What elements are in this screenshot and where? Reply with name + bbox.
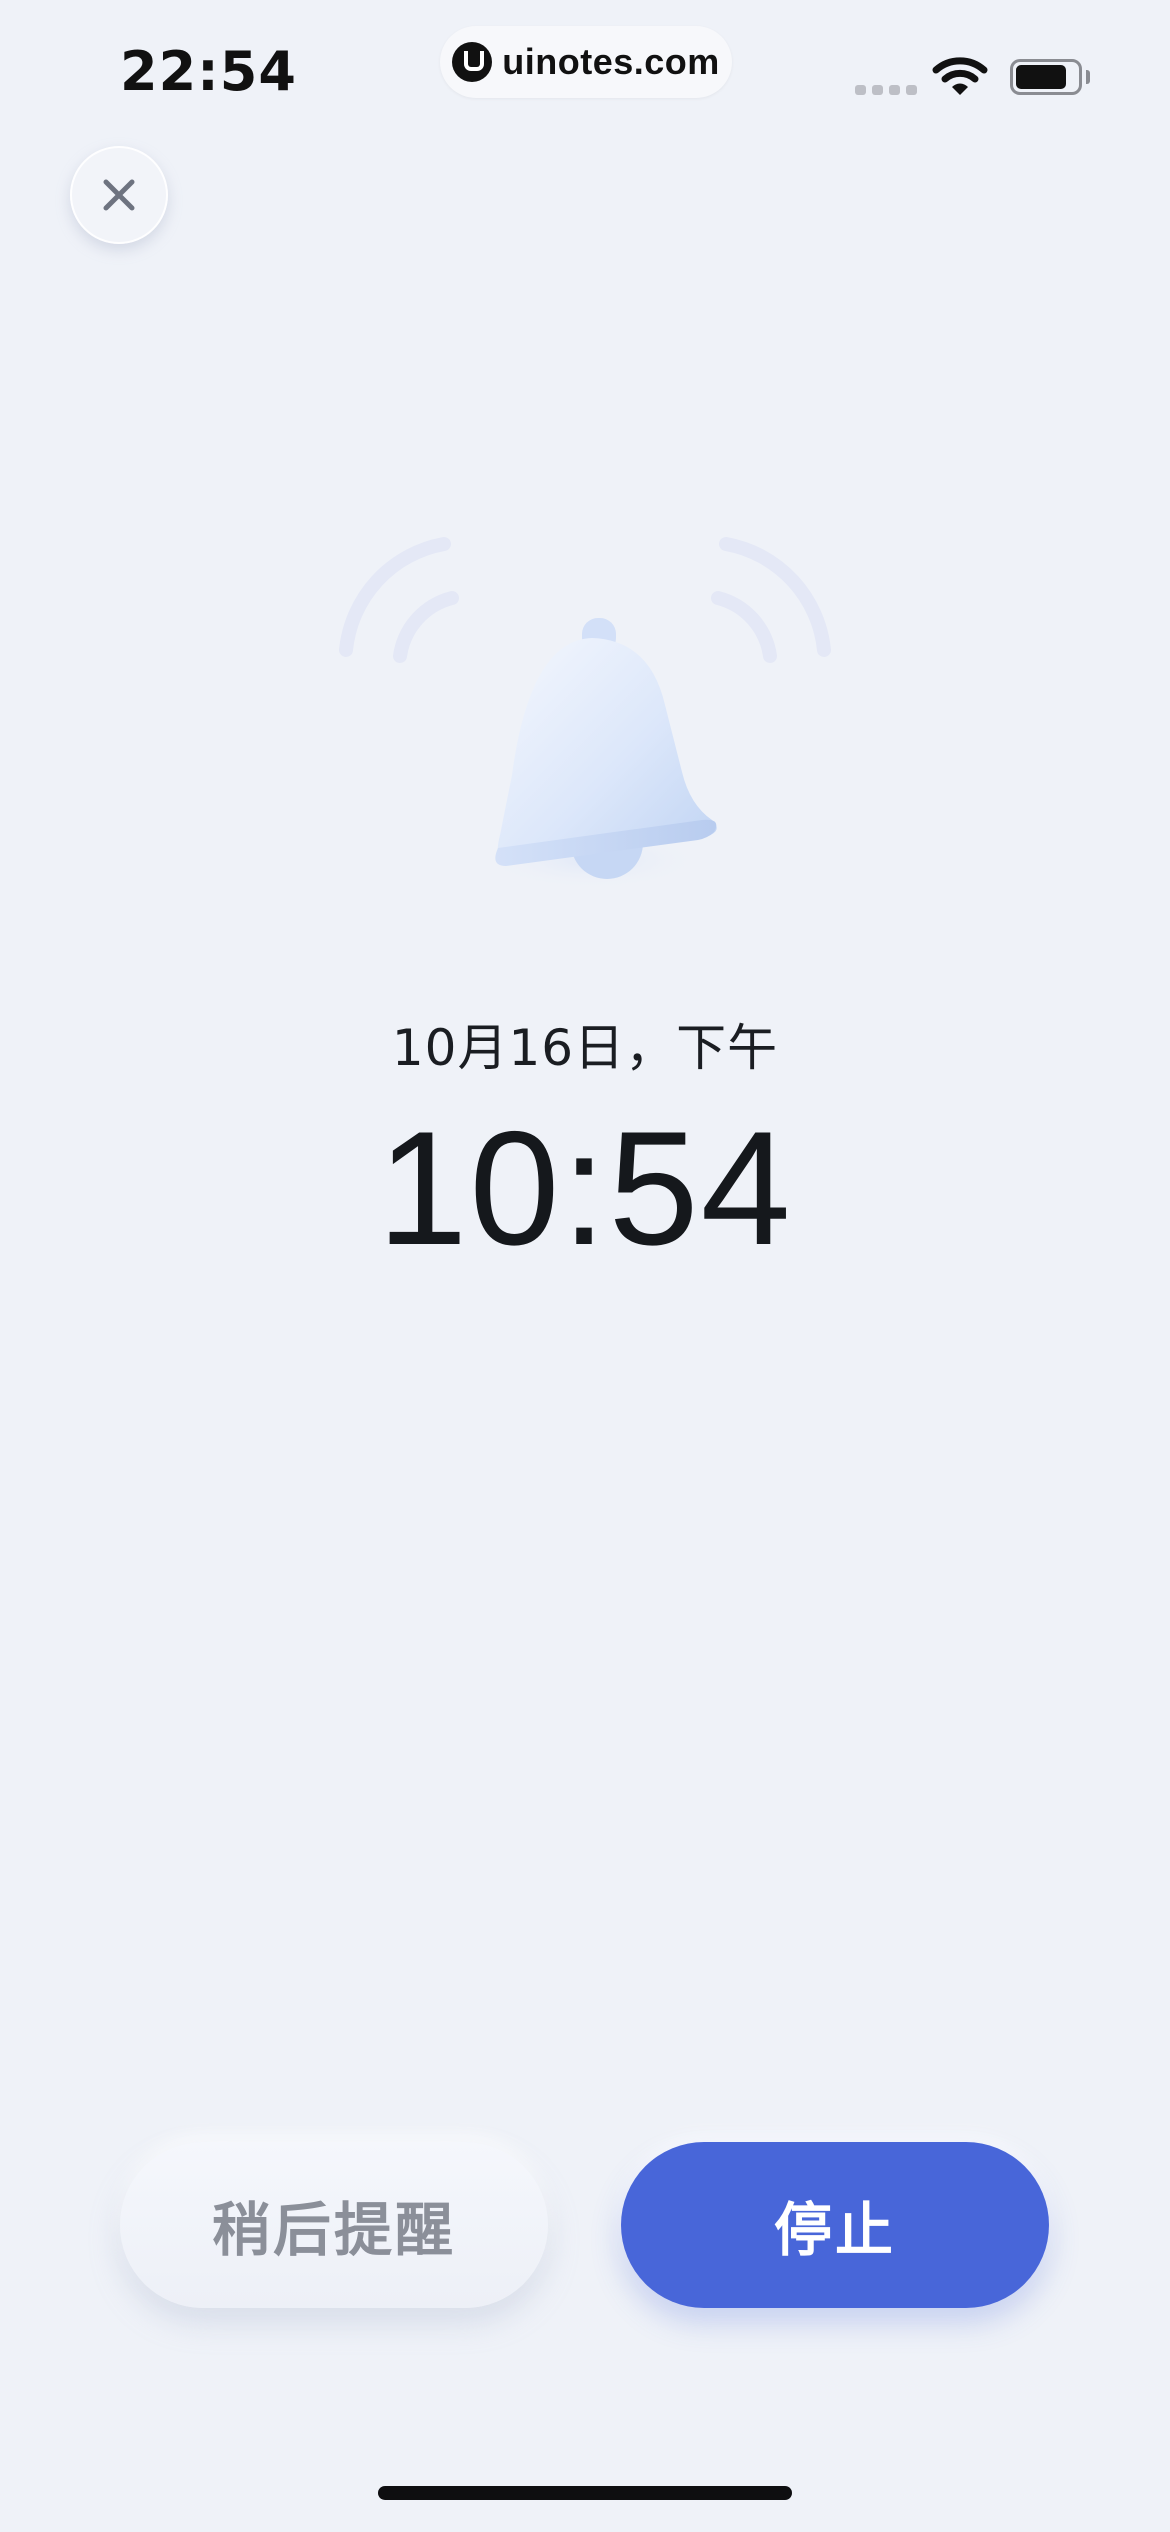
watermark-badge: uinotes.com — [440, 26, 732, 98]
battery-icon — [1010, 59, 1082, 95]
wifi-icon — [932, 57, 988, 95]
home-indicator[interactable] — [378, 2486, 792, 2500]
alarm-time: 10:54 — [377, 1098, 793, 1279]
stop-button[interactable]: 停止 — [621, 2142, 1049, 2308]
snooze-button[interactable]: 稍后提醒 — [120, 2142, 548, 2308]
battery-cap — [1086, 70, 1090, 84]
alarm-date: 10月16日，下午 — [391, 1019, 779, 1077]
signal-icon — [855, 85, 917, 95]
close-button[interactable] — [70, 146, 168, 244]
close-icon — [103, 179, 135, 211]
watermark-logo-icon — [452, 42, 493, 82]
watermark-text: uinotes.com — [502, 41, 720, 82]
bell-icon — [339, 537, 831, 890]
status-time: 22:54 — [120, 40, 297, 103]
